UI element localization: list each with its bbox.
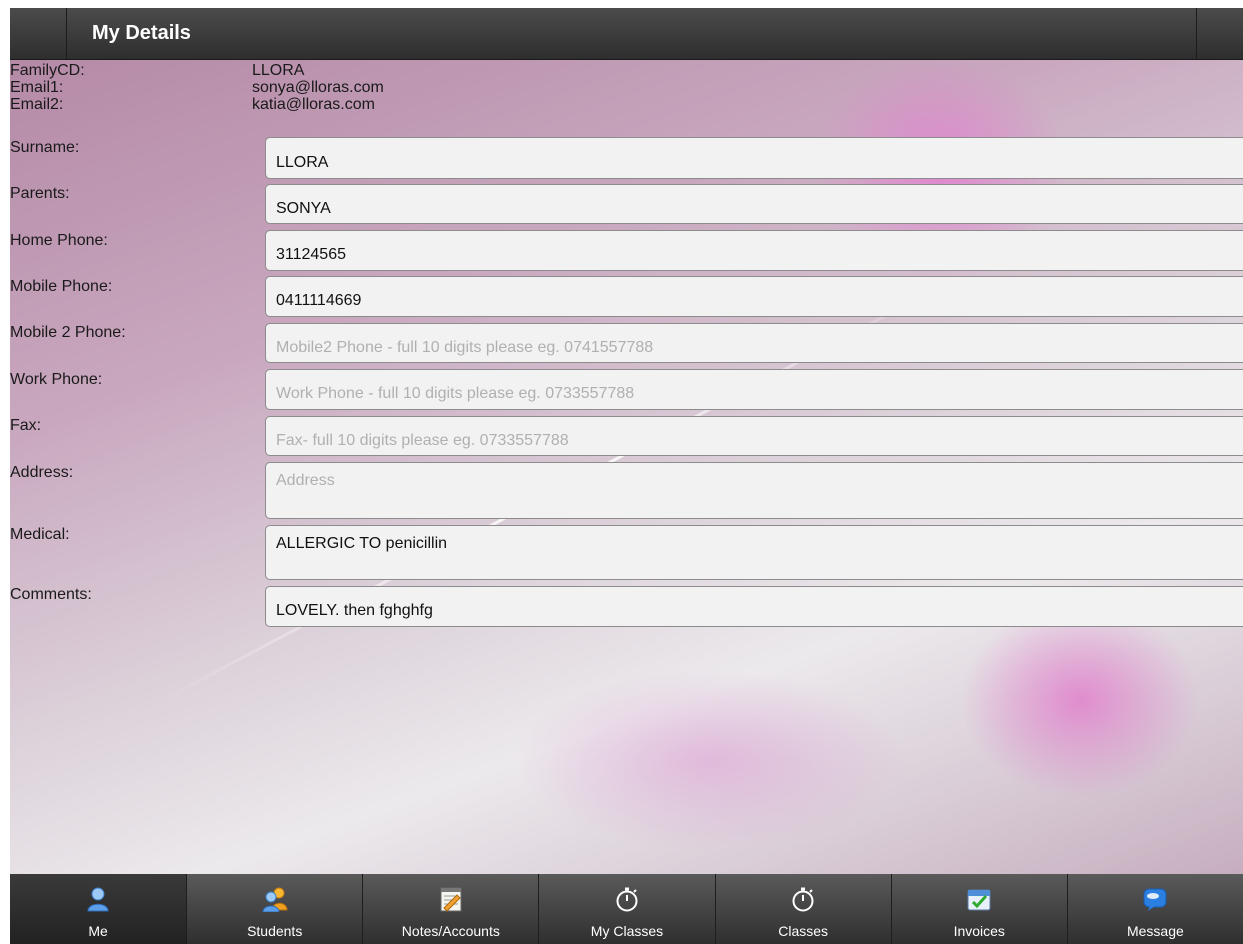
- comments-label: Comments:: [10, 586, 92, 603]
- work-phone-field[interactable]: [265, 369, 1243, 410]
- home-phone-field[interactable]: [265, 230, 1243, 271]
- tab-me[interactable]: Me: [10, 874, 187, 944]
- header-bar: My Details: [10, 8, 1243, 60]
- surname-label: Surname:: [10, 139, 80, 156]
- tab-label: My Classes: [590, 923, 664, 939]
- stopwatch-icon: [792, 887, 814, 912]
- tab-label: Notes/Accounts: [401, 923, 500, 939]
- family-cd-value: LLORA: [252, 62, 305, 79]
- tab-students[interactable]: Students: [186, 874, 362, 944]
- group-icon: [262, 887, 288, 912]
- header-divider: [66, 8, 67, 60]
- tab-label: Students: [247, 923, 303, 939]
- app-window: My Details FamilyCD: LLORA Email1: sonya…: [10, 8, 1243, 944]
- tab-label: Message: [1126, 923, 1184, 939]
- home-phone-label: Home Phone:: [10, 232, 108, 249]
- chat-bubble-icon: [1143, 888, 1167, 911]
- address-label: Address:: [10, 464, 74, 481]
- details-panel: FamilyCD: LLORA Email1: sonya@lloras.com…: [10, 60, 1243, 874]
- fax-field[interactable]: [265, 416, 1243, 456]
- email1-label: Email1:: [10, 79, 64, 96]
- parents-label: Parents:: [10, 185, 70, 202]
- medical-field[interactable]: ALLERGIC TO penicillin: [265, 525, 1243, 580]
- fax-label: Fax:: [10, 417, 42, 434]
- mobile2-phone-label: Mobile 2 Phone:: [10, 324, 126, 341]
- parents-field[interactable]: [265, 184, 1243, 224]
- work-phone-label: Work Phone:: [10, 371, 103, 388]
- tab-label: Classes: [778, 923, 829, 939]
- page-title: My Details: [92, 22, 191, 44]
- email2-value: katia@lloras.com: [252, 96, 375, 113]
- family-cd-label: FamilyCD:: [10, 62, 85, 79]
- email2-label: Email2:: [10, 96, 64, 113]
- stopwatch-icon: [616, 887, 638, 912]
- tab-label: Invoices: [953, 923, 1005, 939]
- tab-notes-accounts[interactable]: Notes/Accounts: [362, 874, 538, 944]
- surname-field[interactable]: [265, 137, 1243, 179]
- medical-label: Medical:: [10, 526, 70, 543]
- header-divider: [1196, 8, 1197, 60]
- comments-field[interactable]: [265, 586, 1243, 627]
- bottom-tab-bar: Me Students Notes/Accounts My Classes Cl…: [10, 874, 1243, 944]
- tab-message[interactable]: Message: [1066, 874, 1243, 944]
- notepad-icon: [440, 887, 462, 912]
- address-field[interactable]: [265, 462, 1243, 519]
- mobile-phone-field[interactable]: [265, 276, 1243, 317]
- tab-label: Me: [88, 923, 108, 939]
- calendar-check-icon: [967, 889, 991, 911]
- tab-invoices[interactable]: Invoices: [890, 874, 1067, 944]
- tab-classes[interactable]: Classes: [714, 874, 891, 944]
- mobile-phone-label: Mobile Phone:: [10, 278, 113, 295]
- tab-my-classes[interactable]: My Classes: [538, 874, 714, 944]
- email1-value: sonya@lloras.com: [252, 79, 384, 96]
- person-icon: [87, 887, 109, 912]
- mobile2-phone-field[interactable]: [265, 323, 1243, 363]
